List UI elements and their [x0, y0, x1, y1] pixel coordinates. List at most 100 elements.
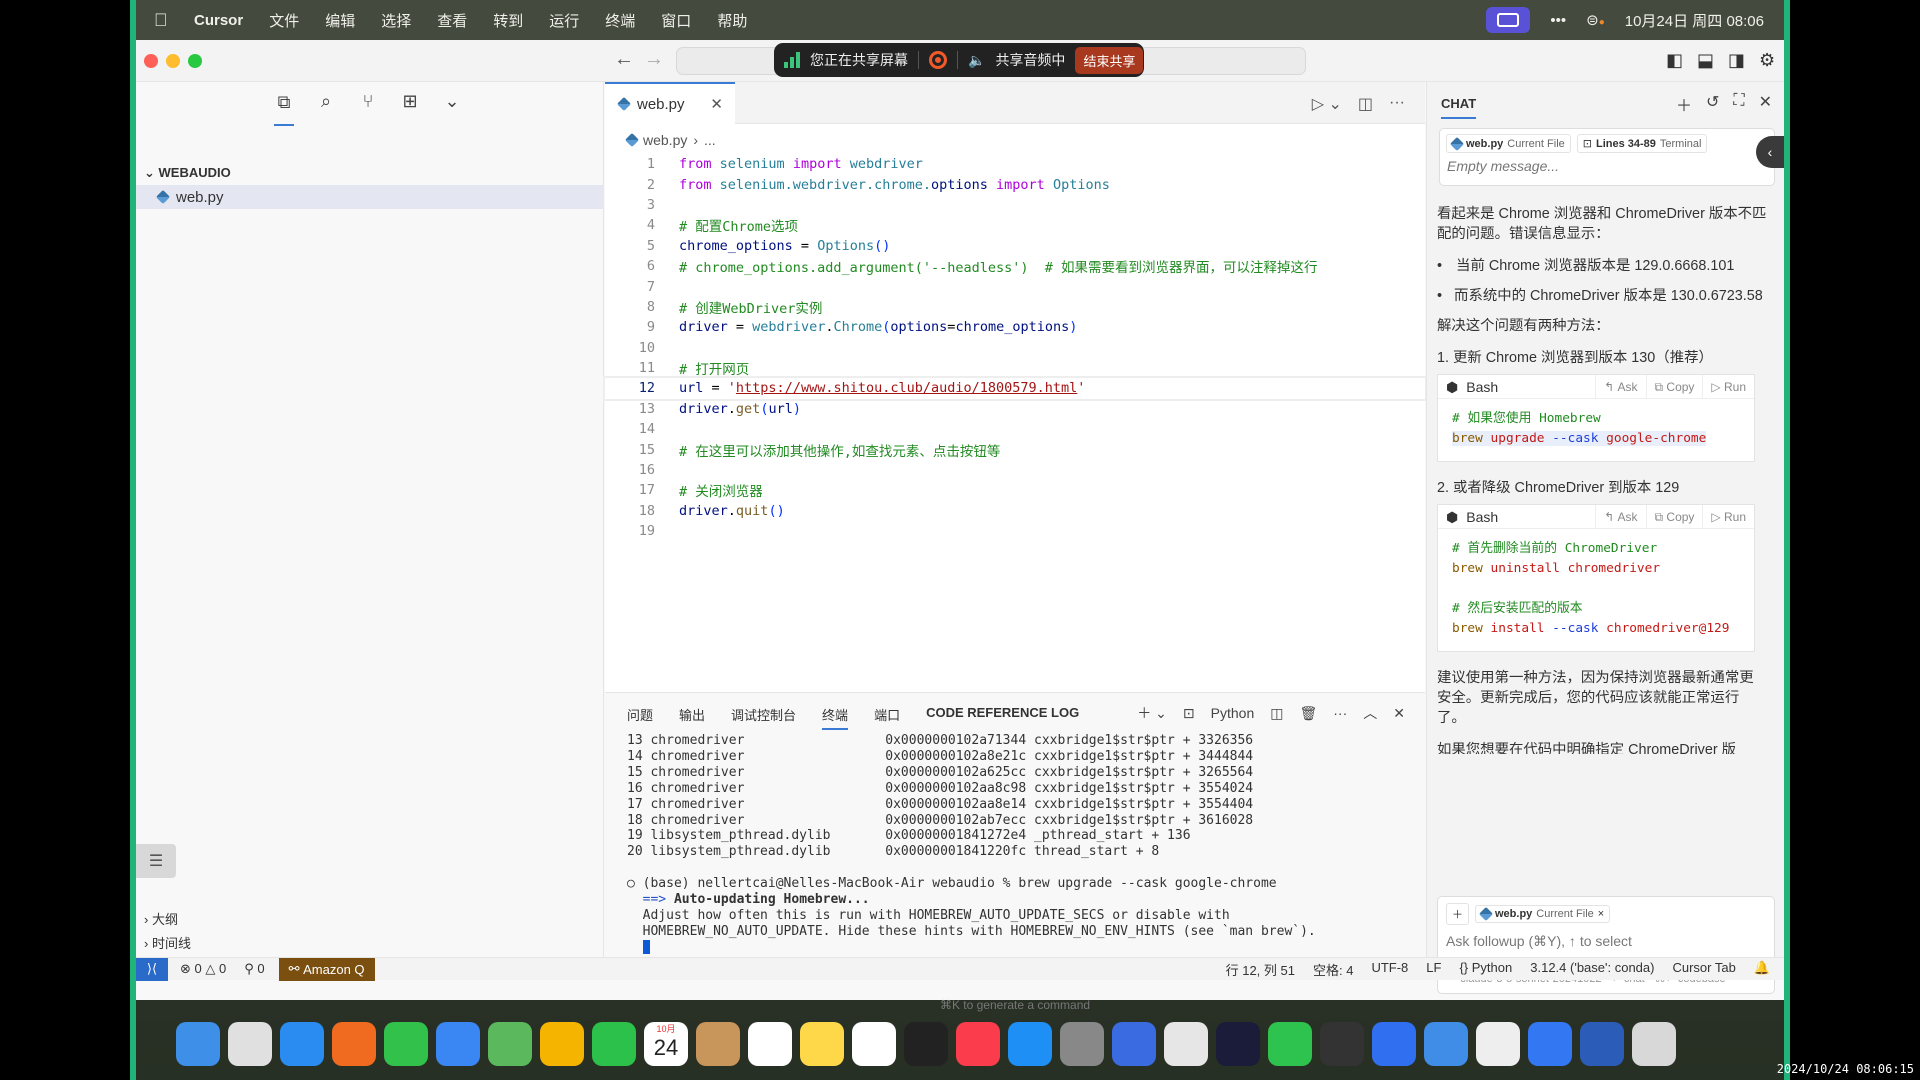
menu-run[interactable]: 运行 [549, 10, 579, 31]
zoom-window-button[interactable] [188, 54, 202, 68]
menu-help[interactable]: 帮助 [717, 10, 747, 31]
tab-terminal[interactable]: 终端 [822, 705, 849, 730]
chat-title[interactable]: CHAT [1441, 96, 1477, 119]
line-number[interactable]: 4 [605, 217, 655, 233]
line-number[interactable]: 14 [605, 421, 655, 437]
quicktime-icon[interactable] [1528, 1022, 1572, 1066]
context-pill-terminal[interactable]: ⊡ Lines 34-89 Terminal [1576, 134, 1708, 153]
tab-code-reference-log[interactable]: CODE REFERENCE LOG [926, 705, 1079, 730]
apple-tv-icon[interactable] [904, 1022, 948, 1066]
code-line[interactable]: 4 # 配置Chrome选项 [605, 215, 1425, 235]
terminal-shell-label[interactable]: Python [1211, 705, 1255, 721]
search-icon[interactable]: ⌕ [316, 90, 336, 112]
cursor-tab[interactable]: Cursor Tab [1672, 960, 1735, 979]
system-settings-icon[interactable] [1060, 1022, 1104, 1066]
toggle-sidebar-icon[interactable]: ◧ [1666, 50, 1683, 71]
code-line[interactable]: 3 [605, 195, 1425, 215]
line-number[interactable]: 5 [605, 238, 655, 254]
source-control-icon[interactable]: ⑂ [358, 90, 378, 112]
freeform-icon[interactable] [852, 1022, 896, 1066]
line-number[interactable]: 15 [605, 442, 655, 458]
new-terminal-icon[interactable]: ＋ ⌄ [1137, 703, 1167, 723]
breadcrumb-symbol[interactable]: ... [704, 132, 716, 148]
reminders-icon[interactable] [748, 1022, 792, 1066]
amazon-q-button[interactable]: ⚯ Amazon Q [278, 957, 375, 981]
line-number[interactable]: 2 [605, 177, 655, 193]
split-terminal-icon[interactable]: ◫ [1270, 705, 1283, 722]
collapse-chat-icon[interactable]: ‹ [1756, 136, 1784, 168]
calendar-icon[interactable]: 10月 24 [644, 1022, 688, 1066]
terminal-app-icon[interactable] [1320, 1022, 1364, 1066]
stop-sharing-button[interactable]: 结束共享 [1075, 46, 1144, 74]
code-line[interactable]: 8 # 创建WebDriver实例 [605, 297, 1425, 317]
cursor-icon[interactable] [1216, 1022, 1260, 1066]
code-line[interactable]: 10 [605, 338, 1425, 358]
copy-button[interactable]: ⧉ Copy [1645, 504, 1703, 529]
run-button[interactable]: ▷ Run [1702, 504, 1754, 529]
messages-icon[interactable] [384, 1022, 428, 1066]
menu-terminal[interactable]: 终端 [605, 10, 635, 31]
more-icon[interactable]: ••• [1550, 12, 1566, 29]
trash-icon[interactable] [1632, 1022, 1676, 1066]
menu-goto[interactable]: 转到 [493, 10, 523, 31]
menu-select[interactable]: 选择 [381, 10, 411, 31]
menu-file[interactable]: 文件 [269, 10, 299, 31]
code-line[interactable]: 1 from selenium import webdriver [605, 154, 1425, 174]
run-icon[interactable]: ▷ ⌄ [1312, 94, 1342, 114]
code-editor[interactable]: 1 from selenium import webdriver 2 from sel… [603, 154, 1427, 541]
line-number[interactable]: 6 [605, 258, 655, 274]
firefox-icon[interactable] [332, 1022, 376, 1066]
ports-indicator[interactable]: ⚲ 0 [244, 961, 264, 977]
line-number[interactable]: 17 [605, 482, 655, 498]
record-icon[interactable] [929, 51, 947, 69]
line-number[interactable]: 3 [605, 197, 655, 213]
code-line[interactable]: 11 # 打开网页 [605, 358, 1425, 378]
new-chat-icon[interactable]: ＋ [1676, 92, 1692, 116]
remote-desktop-icon[interactable] [1424, 1022, 1468, 1066]
maximize-panel-icon[interactable]: ︿ [1363, 703, 1377, 723]
code-line[interactable]: 14 [605, 419, 1425, 439]
followup-input[interactable]: Ask followup (⌘Y), ↑ to select [1438, 931, 1774, 952]
line-number[interactable]: 16 [605, 462, 655, 478]
line-number[interactable]: 11 [605, 360, 655, 376]
feishu-icon[interactable] [1372, 1022, 1416, 1066]
outline-section[interactable]: › 大纲 [144, 909, 178, 928]
screens-icon[interactable] [1580, 1022, 1624, 1066]
launchpad-icon[interactable] [228, 1022, 272, 1066]
terminal-output[interactable]: 13 chromedriver 0x0000000102a71344 cxxbr… [627, 733, 1316, 959]
close-tab-icon[interactable]: ✕ [710, 95, 723, 113]
tab-ports[interactable]: 端口 [874, 705, 900, 730]
trash-icon[interactable]: 🗑 [1299, 705, 1317, 722]
maximize-chat-icon[interactable]: ⛶ [1733, 92, 1744, 116]
mail-icon[interactable] [436, 1022, 480, 1066]
line-number[interactable]: 1 [605, 156, 655, 172]
facetime-icon[interactable] [592, 1022, 636, 1066]
chevron-down-icon[interactable]: ⌄ [442, 90, 462, 112]
line-number[interactable]: 8 [605, 299, 655, 315]
archive-icon[interactable] [1476, 1022, 1520, 1066]
encoding[interactable]: UTF-8 [1371, 960, 1408, 979]
line-number[interactable]: 10 [605, 340, 655, 356]
history-icon[interactable]: ↺ [1706, 92, 1719, 116]
language-mode[interactable]: {} Python [1459, 960, 1512, 979]
run-button[interactable]: ▷ Run [1702, 374, 1754, 399]
finder-icon[interactable] [176, 1022, 220, 1066]
close-chat-icon[interactable]: ✕ [1759, 92, 1772, 116]
problems-indicator[interactable]: ⊗ 0 △ 0 [180, 961, 226, 977]
music-icon[interactable] [956, 1022, 1000, 1066]
line-number[interactable]: 7 [605, 279, 655, 295]
code-line[interactable]: 12 url = 'https://www.shitou.club/audio/1… [603, 376, 1427, 401]
tab-problems[interactable]: 问题 [627, 705, 653, 730]
file-item[interactable]: web.py [136, 185, 604, 209]
code-line[interactable]: 18 driver.quit() [605, 501, 1425, 521]
close-panel-icon[interactable]: ✕ [1393, 705, 1405, 722]
settings-gear-icon[interactable]: ⚙ [1759, 50, 1775, 71]
maps-icon[interactable] [488, 1022, 532, 1066]
wechat-icon[interactable] [1268, 1022, 1312, 1066]
code-line[interactable]: 15 # 在这里可以添加其他操作,如查找元素、点击按钮等 [605, 439, 1425, 460]
code-line[interactable]: 17 # 关闭浏览器 [605, 480, 1425, 500]
close-window-button[interactable] [144, 54, 158, 68]
context-pill-file[interactable]: web.py Current File [1446, 134, 1571, 153]
python-interpreter[interactable]: 3.12.4 ('base': conda) [1530, 960, 1654, 979]
code-line[interactable]: 6 # chrome_options.add_argument('--headle… [605, 256, 1425, 276]
